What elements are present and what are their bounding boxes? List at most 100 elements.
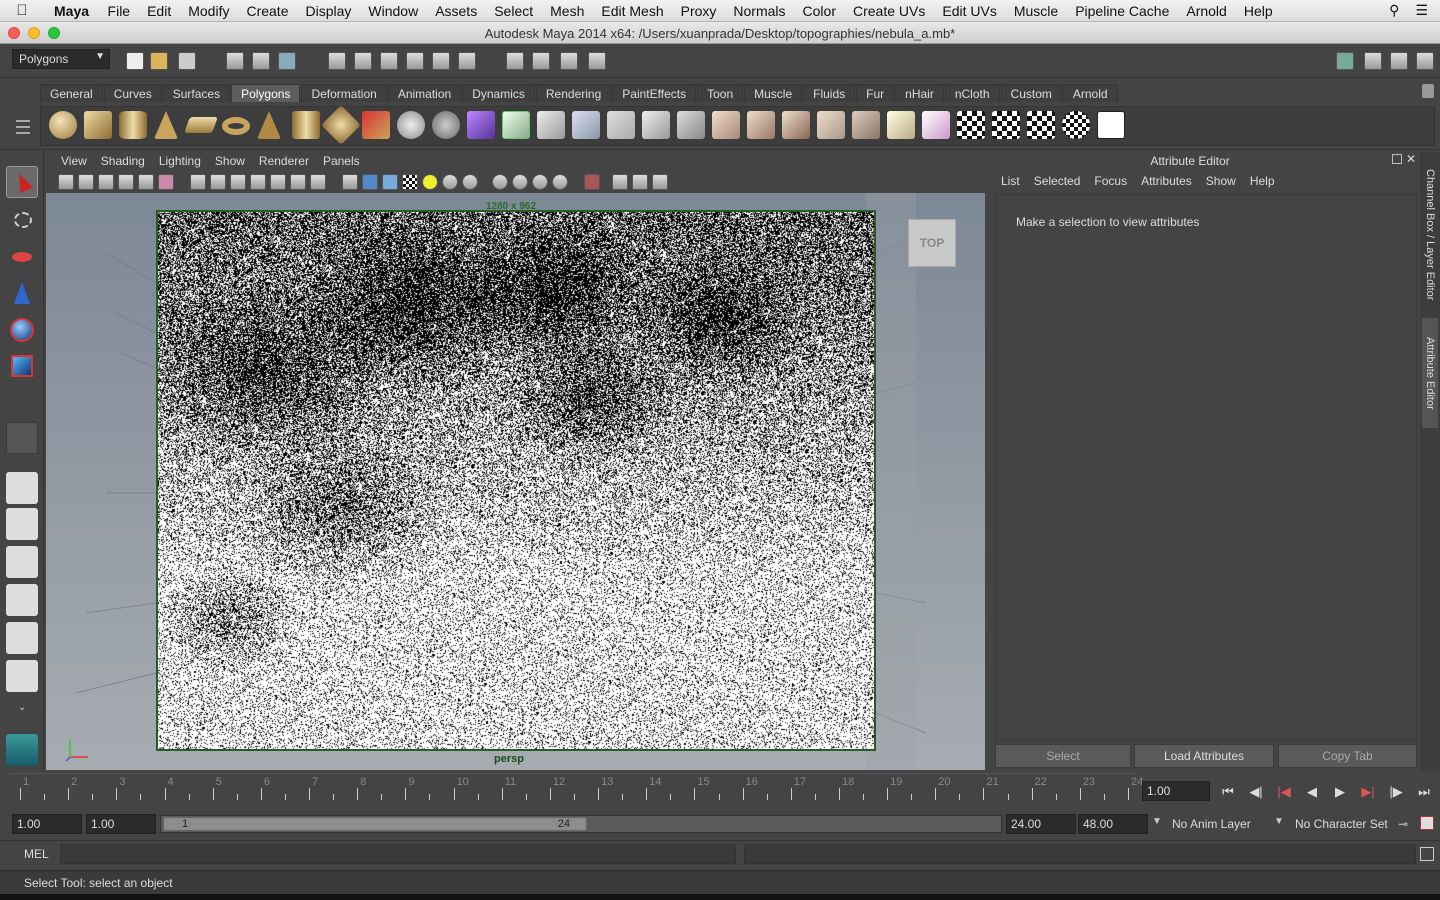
range-slider-handle[interactable]: 1 24 <box>163 817 587 831</box>
ae-menu-attributes[interactable]: Attributes <box>1134 174 1199 188</box>
image-plane-icon[interactable] <box>118 174 134 190</box>
snap-to-view-plane-icon[interactable] <box>588 52 606 70</box>
shelf-tab-fur[interactable]: Fur <box>856 84 895 102</box>
shelf-tab-painteffects[interactable]: PaintEffects <box>612 84 697 102</box>
viewcube-home-icon[interactable] <box>964 276 972 284</box>
offset-edge-loop-icon[interactable] <box>677 111 705 139</box>
scale-tool-icon[interactable] <box>6 350 38 382</box>
channel-box-tab[interactable]: Channel Box / Layer Editor <box>1422 160 1438 310</box>
close-panel-icon[interactable]: ✕ <box>1406 152 1416 166</box>
merge-edge-icon[interactable] <box>747 111 775 139</box>
camera-attributes-icon[interactable] <box>78 174 94 190</box>
shelf-tab-deformation[interactable]: Deformation <box>301 84 387 102</box>
grid-icon[interactable] <box>190 174 206 190</box>
poly-plane-icon[interactable] <box>184 117 218 133</box>
select-tool-icon[interactable] <box>6 166 38 198</box>
apple-icon[interactable]:  <box>0 2 44 19</box>
hypershade-layout-icon[interactable] <box>6 660 38 692</box>
select-by-joint-icon[interactable] <box>354 52 372 70</box>
merge-vertices-icon[interactable] <box>712 111 740 139</box>
go-to-start-icon[interactable]: ⏮ <box>1218 784 1238 800</box>
shelf-tab-toon[interactable]: Toon <box>697 84 744 102</box>
split-polygon-icon[interactable] <box>607 111 635 139</box>
shelf-menu-icon[interactable] <box>14 84 32 142</box>
menu-window[interactable]: Window <box>360 3 427 19</box>
wireframe-icon[interactable] <box>342 174 358 190</box>
cylindrical-map-icon[interactable] <box>922 111 950 139</box>
menu-arnold[interactable]: Arnold <box>1178 3 1235 19</box>
field-chart-icon[interactable] <box>270 174 286 190</box>
motion-blur-icon[interactable] <box>492 174 508 190</box>
shelf-tab-dynamics[interactable]: Dynamics <box>462 84 535 102</box>
playback-start-field[interactable]: 1.00 <box>86 814 156 834</box>
shelf-tab-custom[interactable]: Custom <box>1000 84 1062 102</box>
multisample-aa-icon[interactable] <box>512 174 528 190</box>
shelf-tab-arnold[interactable]: Arnold <box>1062 84 1118 102</box>
persp-graph-layout-icon[interactable] <box>6 584 38 616</box>
app-menu[interactable]: Maya <box>44 3 99 19</box>
character-set-chevron-icon[interactable]: ▼ <box>1274 816 1288 827</box>
menu-edit-uvs[interactable]: Edit UVs <box>934 3 1005 19</box>
menu-normals[interactable]: Normals <box>725 3 794 19</box>
textured-icon[interactable] <box>402 174 418 190</box>
panel-menu-panels[interactable]: Panels <box>316 152 367 172</box>
menu-file[interactable]: File <box>99 3 139 19</box>
select-hierarchy-icon[interactable] <box>226 52 244 70</box>
poly-platonic-icon[interactable] <box>321 105 361 145</box>
ae-menu-list[interactable]: List <box>994 174 1027 188</box>
poly-cone-icon[interactable] <box>154 111 178 139</box>
grease-pencil-icon[interactable] <box>158 174 174 190</box>
depth-of-field-icon[interactable] <box>532 174 548 190</box>
ae-menu-show[interactable]: Show <box>1199 174 1243 188</box>
snap-to-point-icon[interactable] <box>560 52 578 70</box>
step-forward-frame-icon[interactable]: |▶ <box>1386 784 1406 800</box>
show-hide-channel-box-icon[interactable] <box>1390 52 1408 70</box>
ae-menu-focus[interactable]: Focus <box>1087 174 1134 188</box>
menu-help[interactable]: Help <box>1235 3 1281 19</box>
paint-select-tool-icon[interactable] <box>6 242 38 274</box>
bevel-icon[interactable] <box>817 111 845 139</box>
auto-key-icon[interactable]: ⊸ <box>1398 817 1408 831</box>
uv-layout-icon[interactable] <box>992 111 1020 139</box>
persp-outliner-layout-icon[interactable] <box>6 546 38 578</box>
wedge-icon[interactable] <box>852 111 880 139</box>
menu-select[interactable]: Select <box>486 3 542 19</box>
character-set-label[interactable]: No Character Set <box>1295 817 1388 831</box>
screen-space-ao-icon[interactable] <box>462 174 478 190</box>
panel-menu-renderer[interactable]: Renderer <box>252 152 316 172</box>
film-gate-icon[interactable] <box>210 174 226 190</box>
menu-edit[interactable]: Edit <box>139 3 180 19</box>
rotate-tool-icon[interactable] <box>6 314 38 346</box>
end-time-field[interactable]: 48.00 <box>1078 814 1148 834</box>
xray-joints-icon[interactable] <box>632 174 648 190</box>
poly-pyramid-icon[interactable] <box>257 111 281 139</box>
panel-menu-shading[interactable]: Shading <box>94 152 152 172</box>
select-camera-icon[interactable] <box>58 174 74 190</box>
ambient-occlusion-icon[interactable] <box>552 174 568 190</box>
isolate-select-icon[interactable] <box>584 174 600 190</box>
combine-icon[interactable] <box>362 111 390 139</box>
range-slider[interactable]: 1 24 <box>160 815 1002 833</box>
nebula-texture-plane[interactable] <box>156 210 876 751</box>
smooth-proxy-icon[interactable] <box>467 111 495 139</box>
menu-muscle[interactable]: Muscle <box>1005 3 1066 19</box>
shadows-icon[interactable] <box>442 174 458 190</box>
outliner-persp-graph-layout-icon[interactable] <box>6 622 38 654</box>
select-component-icon[interactable] <box>278 52 296 70</box>
planar-map-icon[interactable] <box>887 111 915 139</box>
menu-assets[interactable]: Assets <box>427 3 486 19</box>
move-tool-icon[interactable] <box>6 278 38 310</box>
resolution-gate-icon[interactable] <box>230 174 246 190</box>
ae-menu-help[interactable]: Help <box>1243 174 1282 188</box>
play-forwards-icon[interactable]: ▶ <box>1330 784 1350 800</box>
uv-unfold-icon[interactable] <box>1027 111 1055 139</box>
smooth-shade-icon[interactable] <box>362 174 378 190</box>
select-by-handle-icon[interactable] <box>328 52 346 70</box>
shelf-tab-muscle[interactable]: Muscle <box>744 84 803 102</box>
append-polygon-icon[interactable] <box>572 111 600 139</box>
menu-edit-mesh[interactable]: Edit Mesh <box>593 3 672 19</box>
shelf-tab-curves[interactable]: Curves <box>103 84 162 102</box>
script-editor-icon[interactable] <box>1420 847 1434 861</box>
bookmarks-icon[interactable] <box>98 174 114 190</box>
select-by-surface-icon[interactable] <box>406 52 424 70</box>
